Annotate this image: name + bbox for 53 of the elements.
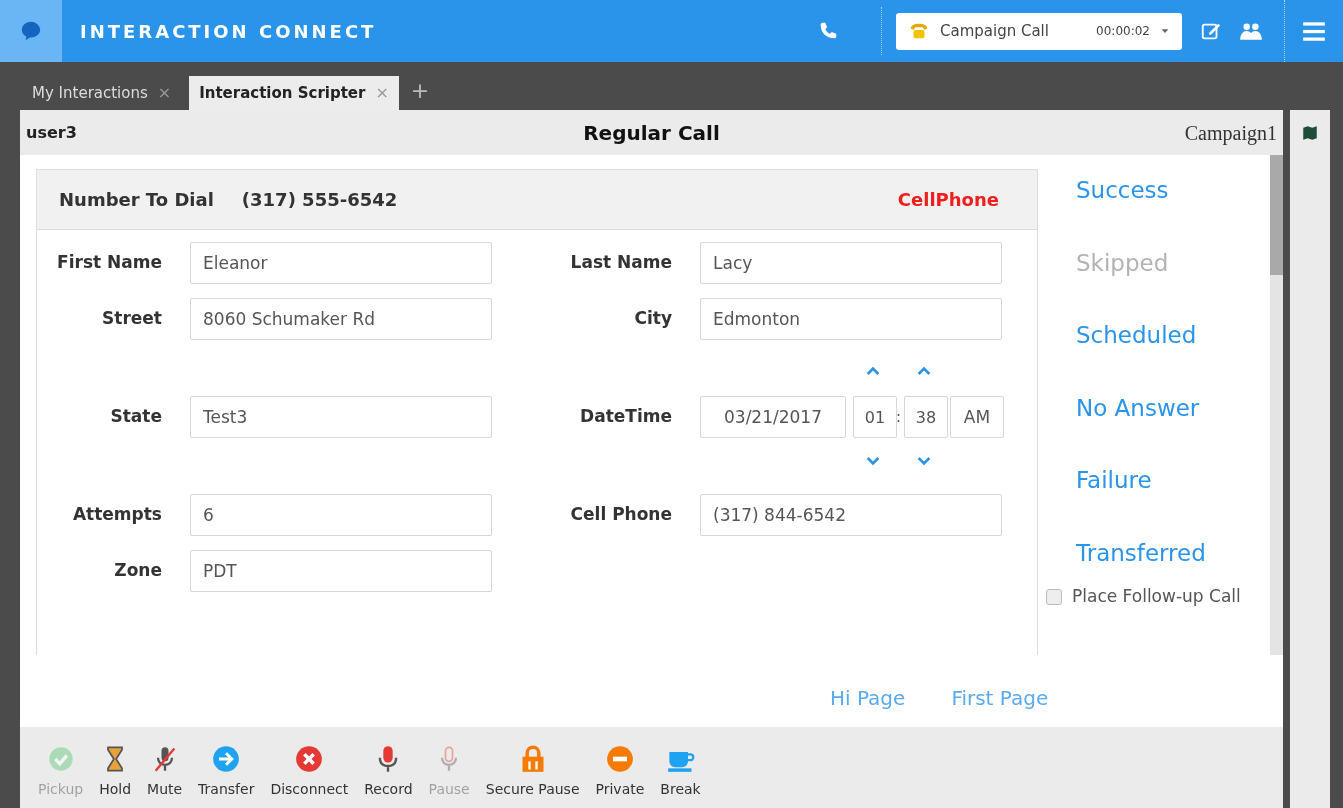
toolbar-button[interactable]: Hold [91,745,140,800]
minus-circle-icon [605,745,634,773]
toolbar-button[interactable]: Transfer [190,745,263,800]
text-field[interactable]: 8060 Schumaker Rd [190,298,492,340]
toolbar-button[interactable]: Private [587,745,653,800]
text-field[interactable]: 6 [190,494,492,536]
text-field[interactable]: (317) 844-6542 [700,494,1002,536]
field-label: Last Name [569,251,672,275]
form-card: Number To Dial (317) 555-6542 CellPhone First Name Eleanor Last Name Lacy Street 8060 Schumaker Rd City Edmonton State Test3 DateTime 03/21/2017 01 : 38 AM Attempts 6 Cell Phone (317) 844-6542 Zone PDT [36,169,1038,655]
add-tab-button[interactable]: + [406,76,434,110]
check-circle-icon [46,745,75,773]
text-field[interactable]: PDT [190,550,492,592]
field-label: DateTime [579,405,672,429]
field-label: City [633,307,672,331]
app-title: INTERACTION CONNECT [80,19,377,44]
checkbox-label: Place Follow-up Call [1072,585,1241,608]
date-field[interactable]: 03/21/2017 [700,396,846,438]
field-label: Attempts [71,503,162,527]
map-icon[interactable] [1301,124,1319,142]
ampm-field[interactable]: AM [950,396,1004,438]
chat-bubble-icon [20,20,42,42]
tab[interactable]: My Interactions × [22,76,182,110]
dial-label: Number To Dial [59,188,214,212]
x-circle-icon [295,745,324,773]
caret-icon [1160,26,1170,36]
call-timer: 00:00:02 [1096,23,1150,40]
field-label: Cell Phone [569,503,672,527]
call-name: Campaign Call [940,20,1049,42]
user-name: user3 [26,121,77,144]
dial-number: (317) 555-6542 [241,188,398,212]
toolbar-button[interactable]: Disconnect [262,745,357,800]
tab[interactable]: Interaction Scripter × [189,76,399,110]
scrollbar-thumb[interactable] [1270,155,1283,275]
text-field[interactable]: Eleanor [190,242,492,284]
toolbar-button[interactable]: Mute [139,745,191,800]
text-field[interactable]: Lacy [700,242,1002,284]
toolbar-button[interactable]: Record [356,745,421,800]
field-label: Zone [113,559,162,583]
text-field[interactable]: Edmonton [700,298,1002,340]
text-field[interactable]: Test3 [190,396,492,438]
toolbar-button[interactable]: Secure Pause [477,745,588,800]
field-label: First Name [56,251,162,275]
phone-type: CellPhone [897,188,999,212]
arrow-circle-icon [212,745,241,773]
hour-field[interactable]: 01 [853,396,897,438]
checkbox[interactable] [1046,588,1062,605]
minute-field[interactable]: 38 [904,396,948,438]
field-label: State [109,405,162,429]
campaign-name: Campaign1 [1184,120,1277,147]
call-type-title: Regular Call [583,119,720,147]
call-dropdown[interactable]: Campaign Call 00:00:02 [896,12,1182,50]
field-label: Street [101,307,162,331]
toolbar-button[interactable]: Break [652,745,709,800]
